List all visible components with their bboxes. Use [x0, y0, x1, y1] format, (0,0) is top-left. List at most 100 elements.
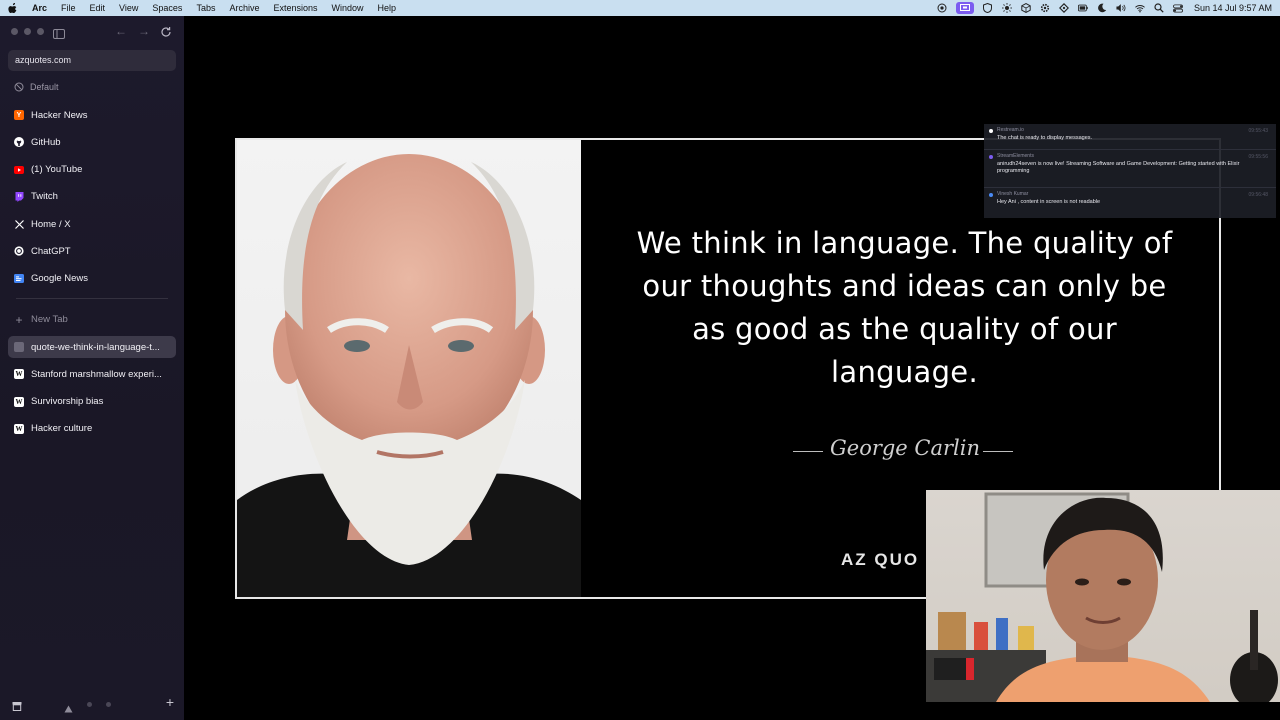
- window-controls: [11, 28, 44, 35]
- battery-icon[interactable]: [1077, 3, 1088, 13]
- brightness-icon[interactable]: [1001, 3, 1012, 13]
- tab-label: Hacker News: [31, 109, 88, 121]
- reload-icon[interactable]: [160, 25, 172, 37]
- space-current-icon[interactable]: [64, 700, 73, 713]
- menu-bar: Arc File Edit View Spaces Tabs Archive E…: [0, 0, 1280, 16]
- page-icon: [14, 342, 24, 353]
- chat-message: Vinesh Kumar 09:56:48 Hey Ani , content …: [984, 188, 1276, 216]
- apple-icon[interactable]: [8, 3, 18, 13]
- pinned-tab-hacker-news[interactable]: Y Hacker News: [8, 104, 176, 126]
- minimize-window-button[interactable]: [24, 28, 31, 35]
- menu-edit[interactable]: Edit: [90, 3, 106, 13]
- webcam-feed: [926, 490, 1280, 702]
- x-icon: [14, 219, 24, 229]
- forward-arrow-icon[interactable]: →: [138, 25, 150, 37]
- back-arrow-icon[interactable]: ←: [115, 25, 127, 37]
- chat-message: Restream.io 09:55:43 The chat is ready t…: [984, 124, 1276, 150]
- author-portrait: [237, 140, 581, 597]
- chat-overlay: Restream.io 09:55:43 The chat is ready t…: [984, 124, 1276, 218]
- menu-view[interactable]: View: [119, 3, 138, 13]
- gear-icon[interactable]: [1040, 3, 1050, 13]
- twitch-icon: [14, 191, 24, 202]
- menu-archive[interactable]: Archive: [229, 3, 259, 13]
- wifi-icon[interactable]: [1135, 3, 1145, 13]
- zoom-window-button[interactable]: [37, 28, 44, 35]
- tab-label: quote-we-think-in-language-t...: [31, 341, 160, 353]
- menu-spaces[interactable]: Spaces: [152, 3, 182, 13]
- new-tab-button[interactable]: + New Tab: [8, 309, 176, 331]
- pinned-tab-chatgpt[interactable]: ChatGPT: [8, 240, 176, 262]
- tab-hacker-culture[interactable]: W Hacker culture: [8, 418, 176, 440]
- menu-window[interactable]: Window: [332, 3, 364, 13]
- moon-icon[interactable]: [1097, 3, 1107, 13]
- sidebar-toggle-icon[interactable]: [53, 26, 65, 39]
- sidebar: ← → azquotes.com Default Y Hacker News G…: [0, 16, 184, 720]
- space-dot[interactable]: [106, 701, 111, 707]
- menu-extensions[interactable]: Extensions: [273, 3, 317, 13]
- new-tab-label: New Tab: [31, 314, 68, 326]
- quote-author: George Carlin: [829, 436, 980, 460]
- screen-share-icon[interactable]: [955, 2, 974, 14]
- tab-label: Twitch: [31, 191, 58, 203]
- google-news-icon: [14, 274, 24, 284]
- tab-list: Y Hacker News GitHub (1) YouTube Twitch: [8, 104, 176, 445]
- tab-quote-page[interactable]: quote-we-think-in-language-t...: [8, 336, 176, 359]
- search-icon[interactable]: [1154, 3, 1164, 13]
- menubar-clock[interactable]: Sun 14 Jul 9:57 AM: [1194, 3, 1272, 13]
- tab-label: GitHub: [31, 136, 61, 148]
- pinned-tab-github[interactable]: GitHub: [8, 131, 176, 153]
- pinned-tab-twitch[interactable]: Twitch: [8, 186, 176, 208]
- shield-icon[interactable]: [983, 3, 993, 13]
- tab-survivorship-bias[interactable]: W Survivorship bias: [8, 391, 176, 413]
- quote-text: We think in language. The quality of our…: [636, 226, 1173, 389]
- chat-text: Hey Ani , content in screen is not reada…: [997, 199, 1101, 205]
- space-icon: [14, 82, 24, 92]
- chat-user-dot: [989, 129, 993, 133]
- github-icon: [14, 137, 24, 148]
- chat-text: anirudh24seven is now live! Streaming So…: [997, 161, 1240, 174]
- control-center-icon[interactable]: [1172, 3, 1183, 13]
- chat-time: 09:56:48: [1248, 192, 1268, 198]
- chat-username: Restream.io: [997, 127, 1024, 133]
- volume-icon[interactable]: [1116, 3, 1126, 13]
- chat-message: StreamElements 09:55:56 anirudh24seven i…: [984, 150, 1276, 188]
- author-divider-right: [983, 451, 1013, 452]
- diamond-icon[interactable]: [1058, 3, 1069, 13]
- screen-record-icon[interactable]: [937, 3, 947, 13]
- menu-file[interactable]: File: [61, 3, 76, 13]
- chat-user-dot: [989, 193, 993, 197]
- space-dot[interactable]: [87, 701, 92, 707]
- chatgpt-icon: [14, 246, 24, 257]
- tab-stanford-marshmallow[interactable]: W Stanford marshmallow experi...: [8, 363, 176, 385]
- tab-label: Hacker culture: [31, 423, 93, 435]
- tab-label: Stanford marshmallow experi...: [31, 368, 162, 380]
- archive-icon[interactable]: [12, 698, 22, 711]
- chat-time: 09:55:43: [1248, 128, 1268, 134]
- chat-username: StreamElements: [997, 153, 1034, 159]
- tab-label: (1) YouTube: [31, 164, 83, 176]
- chat-time: 09:55:56: [1248, 154, 1268, 160]
- wikipedia-icon: W: [14, 369, 24, 380]
- sidebar-divider: [16, 297, 168, 299]
- url-bar[interactable]: azquotes.com: [8, 50, 176, 71]
- menu-tabs[interactable]: Tabs: [196, 3, 215, 13]
- menu-help[interactable]: Help: [378, 3, 397, 13]
- wikipedia-icon: W: [14, 423, 24, 434]
- pinned-tab-google-news[interactable]: Google News: [8, 268, 176, 290]
- chat-text: The chat is ready to display messages.: [997, 135, 1093, 141]
- space-label[interactable]: Default: [14, 82, 59, 92]
- close-window-button[interactable]: [11, 28, 18, 35]
- youtube-icon: [14, 165, 24, 175]
- tab-label: Google News: [31, 273, 89, 285]
- pinned-tab-youtube[interactable]: (1) YouTube: [8, 159, 176, 181]
- box-icon[interactable]: [1021, 3, 1031, 13]
- pinned-tab-x[interactable]: Home / X: [8, 213, 176, 235]
- menu-app-arc[interactable]: Arc: [32, 3, 47, 13]
- chat-username: Vinesh Kumar: [997, 191, 1029, 197]
- new-space-button[interactable]: +: [166, 695, 174, 709]
- space-name: Default: [30, 82, 59, 92]
- tab-label: ChatGPT: [31, 245, 71, 257]
- tab-label: Survivorship bias: [31, 396, 104, 408]
- azquotes-logo: AZ QUO: [841, 550, 920, 569]
- space-switcher: [64, 700, 111, 713]
